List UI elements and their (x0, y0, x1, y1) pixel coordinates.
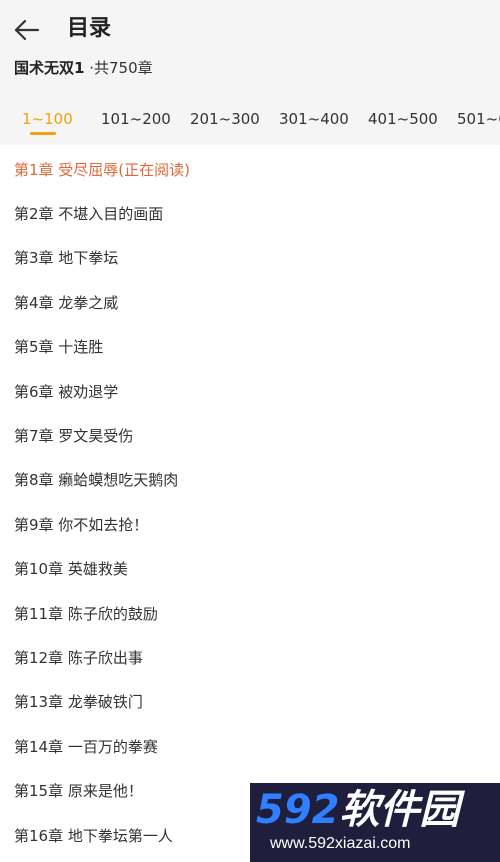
watermark: 592软件园 www.592xiazai.com (250, 783, 500, 862)
watermark-brand-number: 592 (256, 787, 340, 833)
chapter-item[interactable]: 第14章 一百万的拳赛 (14, 736, 158, 758)
chapter-item[interactable]: 第4章 龙拳之威 (14, 292, 118, 314)
tab-range-3[interactable]: 201~300 (190, 104, 260, 134)
chapter-item[interactable]: 第3章 地下拳坛 (14, 247, 118, 269)
chapter-item[interactable]: 第10章 英雄救美 (14, 558, 128, 580)
chapter-item[interactable]: 第2章 不堪入目的画面 (14, 203, 163, 225)
tab-range-6[interactable]: 501~600 (457, 104, 500, 134)
header: 目录 国术无双1 ·共750章 1~100 101~200 201~300 30… (0, 0, 500, 145)
chapter-count: ·共750章 (89, 59, 153, 77)
chapter-item[interactable]: 第13章 龙拳破铁门 (14, 691, 143, 713)
tab-range-2[interactable]: 101~200 (101, 104, 171, 134)
chapter-range-tabs: 1~100 101~200 201~300 301~400 401~500 50… (0, 104, 500, 136)
watermark-brand-text: 软件园 (339, 787, 460, 833)
watermark-url: www.592xiazai.com (270, 835, 411, 852)
tab-range-1[interactable]: 1~100 (22, 104, 73, 134)
chapter-item[interactable]: 第8章 癞蛤蟆想吃天鹅肉 (14, 469, 178, 491)
watermark-brand: 592软件园 (256, 787, 460, 833)
book-info: 国术无双1 ·共750章 (14, 57, 153, 79)
chapter-item[interactable]: 第6章 被劝退学 (14, 381, 118, 403)
tab-range-5[interactable]: 401~500 (368, 104, 438, 134)
chapter-item[interactable]: 第15章 原来是他！ (14, 780, 143, 802)
chapter-item[interactable]: 第16章 地下拳坛第一人 (14, 825, 173, 847)
chapter-item[interactable]: 第7章 罗文昊受伤 (14, 425, 133, 447)
chapter-item[interactable]: 第9章 你不如去抢！ (14, 514, 148, 536)
chapter-item-current[interactable]: 第1章 受尽屈辱(正在阅读) (14, 159, 190, 181)
tab-range-4[interactable]: 301~400 (279, 104, 349, 134)
chapter-item[interactable]: 第5章 十连胜 (14, 336, 103, 358)
chapter-item[interactable]: 第11章 陈子欣的鼓励 (14, 603, 158, 625)
page-title: 目录 (67, 16, 112, 41)
book-name: 国术无双1 (14, 59, 85, 77)
chapter-item[interactable]: 第12章 陈子欣出事 (14, 647, 143, 669)
arrow-left-icon (14, 19, 40, 41)
back-button[interactable] (12, 15, 42, 45)
active-tab-indicator (30, 132, 56, 135)
